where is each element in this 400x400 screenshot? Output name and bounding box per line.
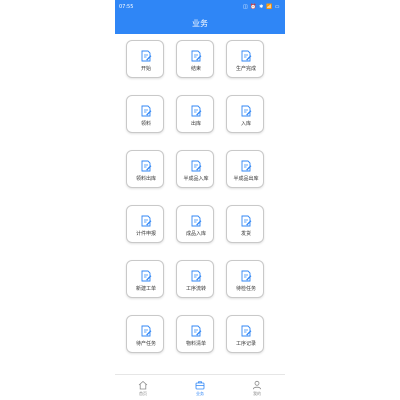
app-screen: 07:55 ◫ ⏰ ✱ 📶 ▭ 业务 开始 结束 生产完成 领料 出库 入库 领料出库 半成品… xyxy=(115,0,285,400)
tab-mine-label: 我的 xyxy=(253,391,261,396)
edit-document-icon xyxy=(241,270,252,282)
edit-document-icon xyxy=(241,160,252,172)
bottom-tab-bar: 首页 业务 我的 xyxy=(115,374,285,400)
business-tile[interactable]: 领料 xyxy=(126,95,164,133)
edit-document-icon xyxy=(191,105,202,117)
user-icon xyxy=(252,380,262,390)
edit-document-icon xyxy=(141,215,152,227)
edit-document-icon xyxy=(191,270,202,282)
edit-document-icon xyxy=(241,325,252,337)
business-tile[interactable]: 新建工单 xyxy=(126,260,164,298)
edit-document-icon xyxy=(141,160,152,172)
tab-business[interactable]: 业务 xyxy=(172,375,228,400)
status-bar: 07:55 ◫ ⏰ ✱ 📶 ▭ xyxy=(115,0,285,14)
edit-document-icon xyxy=(241,50,252,62)
status-time: 07:55 xyxy=(119,4,134,10)
tile-label: 领料出库 xyxy=(135,176,156,182)
business-tile[interactable]: 待检任务 xyxy=(226,260,264,298)
tile-label: 半成品出库 xyxy=(233,176,259,182)
business-tile[interactable]: 计件申报 xyxy=(126,205,164,243)
tile-label: 工序流转 xyxy=(185,286,206,292)
status-icons: ◫ ⏰ ✱ 📶 ▭ xyxy=(243,4,280,10)
tab-home[interactable]: 首页 xyxy=(115,375,171,400)
business-tile[interactable]: 出库 xyxy=(176,95,214,133)
page-title: 业务 xyxy=(192,19,208,28)
edit-document-icon xyxy=(241,215,252,227)
tab-home-label: 首页 xyxy=(139,391,147,396)
business-tile[interactable]: 领料出库 xyxy=(126,150,164,188)
tile-label: 新建工单 xyxy=(135,286,156,292)
tile-label: 工序记录 xyxy=(235,341,256,347)
business-tile[interactable]: 待产任务 xyxy=(126,315,164,353)
tile-label: 开始 xyxy=(140,66,151,72)
edit-document-icon xyxy=(191,50,202,62)
business-tile[interactable]: 成品入库 xyxy=(176,205,214,243)
edit-document-icon xyxy=(141,325,152,337)
tile-label: 半成品入库 xyxy=(183,176,209,182)
business-tile[interactable]: 半成品入库 xyxy=(176,150,214,188)
app-header: 07:55 ◫ ⏰ ✱ 📶 ▭ 业务 xyxy=(115,0,285,34)
business-tile[interactable]: 工序记录 xyxy=(226,315,264,353)
edit-document-icon xyxy=(141,105,152,117)
tile-label: 出库 xyxy=(190,121,201,127)
business-tile[interactable]: 工序流转 xyxy=(176,260,214,298)
tile-label: 结束 xyxy=(190,66,201,72)
business-tile[interactable]: 半成品出库 xyxy=(226,150,264,188)
tab-business-label: 业务 xyxy=(196,391,204,396)
edit-document-icon xyxy=(191,215,202,227)
briefcase-icon xyxy=(195,381,205,390)
edit-document-icon xyxy=(141,270,152,282)
tile-label: 物料清单 xyxy=(185,341,206,347)
tile-label: 计件申报 xyxy=(135,231,156,237)
business-tile[interactable]: 结束 xyxy=(176,40,214,78)
tile-label: 待产任务 xyxy=(135,341,156,347)
home-icon xyxy=(138,380,148,390)
edit-document-icon xyxy=(191,325,202,337)
tile-label: 成品入库 xyxy=(185,231,206,237)
edit-document-icon xyxy=(141,50,152,62)
tab-mine[interactable]: 我的 xyxy=(229,375,285,400)
business-tile[interactable]: 生产完成 xyxy=(226,40,264,78)
business-tile[interactable]: 开始 xyxy=(126,40,164,78)
tile-label: 发货 xyxy=(240,231,251,237)
edit-document-icon xyxy=(241,105,252,117)
business-grid: 开始 结束 生产完成 领料 出库 入库 领料出库 半成品入库 半成品出库 计件申报 成品入库 发货 新建… xyxy=(115,34,285,374)
tile-label: 入库 xyxy=(240,121,251,127)
business-tile[interactable]: 物料清单 xyxy=(176,315,214,353)
tile-label: 生产完成 xyxy=(235,66,256,72)
edit-document-icon xyxy=(191,160,202,172)
business-tile[interactable]: 入库 xyxy=(226,95,264,133)
tile-label: 领料 xyxy=(140,121,151,127)
tile-label: 待检任务 xyxy=(235,286,256,292)
business-tile[interactable]: 发货 xyxy=(226,205,264,243)
